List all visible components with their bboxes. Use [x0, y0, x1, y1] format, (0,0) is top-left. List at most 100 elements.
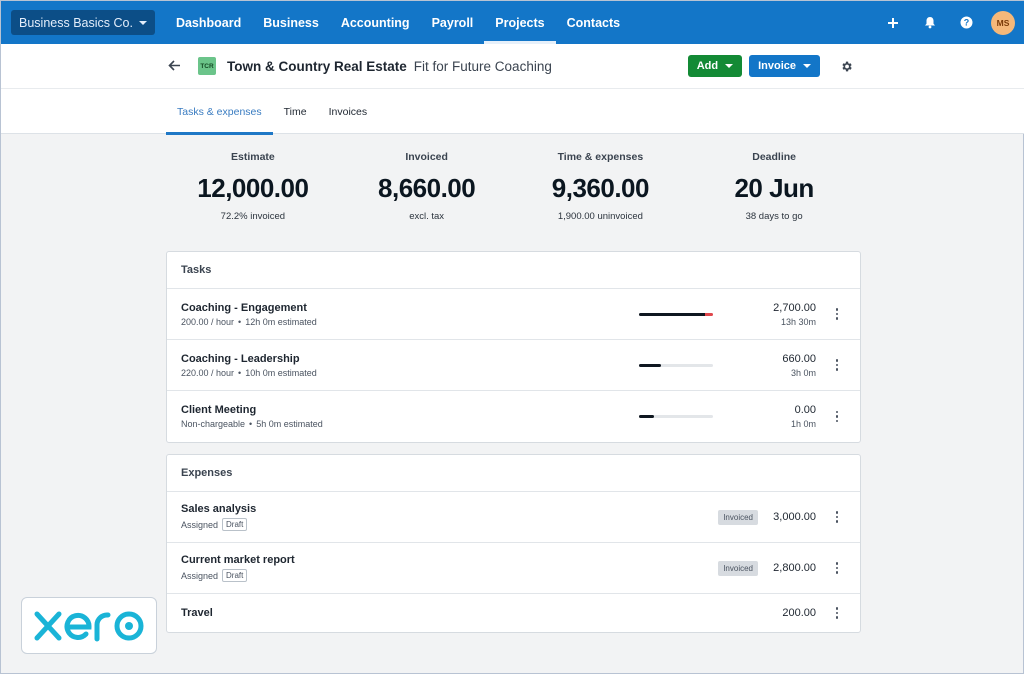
more-options-icon[interactable]	[832, 562, 842, 574]
expense-details: Assigned Draft	[181, 518, 860, 531]
gear-icon[interactable]	[831, 60, 861, 73]
task-name: Client Meeting	[181, 404, 257, 416]
org-name: Business Basics Co.	[19, 15, 133, 30]
more-options-icon[interactable]	[832, 359, 842, 371]
org-switcher[interactable]: Business Basics Co.	[11, 10, 155, 35]
expense-name: Travel	[181, 607, 213, 619]
stat-value: 20 Jun	[734, 173, 814, 203]
bullet: •	[249, 419, 253, 429]
tab-tasks-expenses[interactable]: Tasks & expenses	[166, 89, 273, 135]
task-rate: 220.00 / hour	[181, 367, 235, 378]
invoice-button[interactable]: Invoice	[749, 55, 820, 77]
nav-projects[interactable]: Projects	[484, 1, 556, 44]
add-button[interactable]: Add	[687, 55, 743, 77]
project-tabs: Tasks & expenses Time Invoices	[166, 89, 379, 135]
progress-fill	[639, 312, 705, 316]
task-estimate: 10h 0m estimated	[245, 367, 317, 378]
expense-row[interactable]: Sales analysis Assigned Draft Invoiced 3…	[167, 492, 860, 543]
task-estimate: 5h 0m estimated	[256, 419, 323, 429]
task-details: Non-chargeable • 5h 0m estimated	[181, 419, 860, 429]
task-amount-col: 2,700.00 13h 30m	[773, 302, 816, 327]
header-divider	[1, 88, 1024, 89]
nav-contacts[interactable]: Contacts	[556, 1, 631, 44]
expense-amount: 2,800.00	[773, 562, 816, 574]
nav-payroll[interactable]: Payroll	[421, 1, 485, 44]
task-progress-bar	[639, 363, 713, 367]
expense-amount-col: 2,800.00	[773, 562, 816, 574]
task-row[interactable]: Coaching - Engagement 200.00 / hour • 12…	[167, 289, 860, 340]
help-icon[interactable]: ?	[948, 1, 985, 44]
stat-time-expenses: Time & expenses 9,360.00 1,900.00 uninvo…	[514, 151, 688, 222]
progress-fill	[639, 415, 654, 418]
add-button-label: Add	[696, 60, 719, 72]
stat-value: 8,660.00	[378, 173, 476, 203]
main-menu: Dashboard Business Accounting Payroll Pr…	[165, 1, 631, 44]
more-options-icon[interactable]	[832, 410, 842, 423]
task-details: 200.00 / hour • 12h 0m estimated	[181, 317, 860, 327]
expenses-heading: Expenses	[167, 455, 860, 492]
client-name[interactable]: Town & Country Real Estate	[227, 59, 407, 74]
task-time: 1h 0m	[790, 419, 816, 429]
task-amount-col: 660.00 3h 0m	[782, 353, 816, 378]
task-details: 220.00 / hour • 10h 0m estimated	[181, 368, 860, 378]
stat-sub: 38 days to go	[745, 211, 803, 222]
project-name: Fit for Future Coaching	[413, 58, 552, 74]
expense-assigned: Assigned	[181, 570, 219, 581]
back-arrow-icon[interactable]	[168, 58, 190, 75]
task-amount: 660.00	[782, 352, 816, 365]
expense-row[interactable]: Travel 200.00	[167, 594, 860, 632]
more-options-icon[interactable]	[832, 511, 842, 523]
task-row[interactable]: Coaching - Leadership 220.00 / hour • 10…	[167, 340, 860, 391]
expenses-panel: Expenses Sales analysis Assigned Draft I…	[166, 454, 861, 633]
expense-name: Sales analysis	[181, 503, 257, 515]
more-options-icon[interactable]	[832, 607, 842, 619]
expense-assigned: Assigned	[181, 519, 219, 530]
task-name: Coaching - Engagement	[181, 301, 307, 314]
draft-badge: Draft	[222, 518, 248, 531]
nav-accounting[interactable]: Accounting	[330, 1, 421, 44]
expense-amount-col: 3,000.00	[773, 511, 816, 523]
task-amount: 0.00	[794, 404, 816, 416]
task-rate: 200.00 / hour	[181, 316, 235, 327]
bell-icon[interactable]	[911, 1, 948, 44]
task-info: Coaching - Leadership 220.00 / hour • 10…	[181, 353, 860, 378]
svg-text:?: ?	[964, 18, 970, 28]
stat-sub: 72.2% invoiced	[220, 211, 286, 222]
avatar[interactable]: MS	[991, 10, 1015, 35]
top-nav: Business Basics Co. Dashboard Business A…	[1, 1, 1024, 44]
expense-info: Current market report Assigned Draft	[181, 554, 860, 582]
expense-amount: 200.00	[782, 607, 816, 619]
chevron-down-icon	[138, 20, 147, 25]
stat-sub: excl. tax	[409, 211, 445, 222]
chevron-down-icon	[803, 64, 811, 68]
stat-label: Time & expenses	[557, 151, 644, 163]
tasks-panel: Tasks Coaching - Engagement 200.00 / hou…	[166, 251, 861, 443]
task-estimate: 12h 0m estimated	[245, 316, 317, 327]
plus-icon[interactable]	[874, 1, 911, 44]
title-row: TCR Town & Country Real Estate Fit for F…	[166, 44, 861, 88]
task-time: 3h 0m	[790, 367, 816, 378]
tab-time[interactable]: Time	[273, 89, 318, 134]
task-name: Coaching - Leadership	[181, 352, 300, 365]
invoice-button-label: Invoice	[758, 60, 796, 72]
header-actions: Add Invoice	[687, 55, 861, 77]
nav-dashboard[interactable]: Dashboard	[165, 1, 252, 44]
stat-value: 9,360.00	[551, 173, 650, 203]
task-row[interactable]: Client Meeting Non-chargeable • 5h 0m es…	[167, 391, 860, 442]
expense-row[interactable]: Current market report Assigned Draft Inv…	[167, 543, 860, 594]
bullet: •	[238, 367, 242, 378]
nav-business[interactable]: Business	[252, 1, 330, 44]
project-header: TCR Town & Country Real Estate Fit for F…	[1, 44, 1024, 135]
stat-sub: 1,900.00 uninvoiced	[557, 211, 643, 222]
task-info: Coaching - Engagement 200.00 / hour • 12…	[181, 302, 860, 327]
stat-label: Invoiced	[405, 151, 448, 163]
progress-overrun	[704, 312, 713, 316]
client-badge: TCR	[198, 57, 216, 75]
expense-info: Travel	[181, 607, 860, 619]
task-rate: Non-chargeable	[181, 419, 246, 429]
bullet: •	[238, 316, 242, 327]
more-options-icon[interactable]	[832, 308, 842, 320]
tab-invoices[interactable]: Invoices	[318, 89, 379, 134]
invoiced-badge: Invoiced	[718, 560, 758, 576]
xero-logo-mark	[34, 611, 144, 641]
